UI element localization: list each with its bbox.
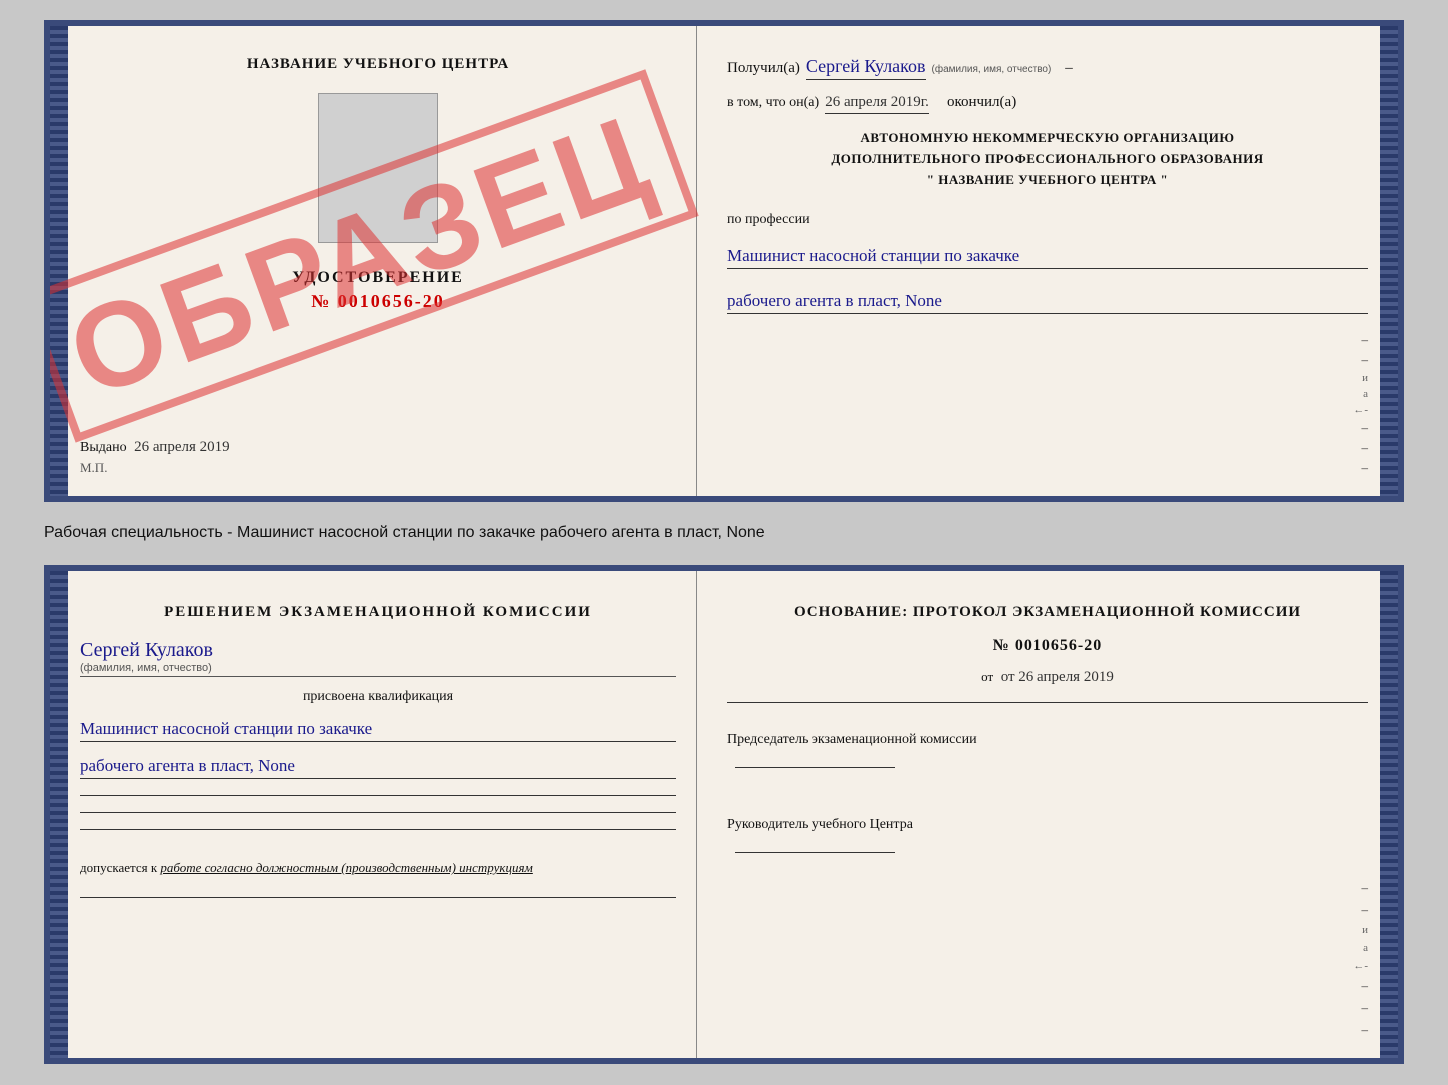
top-left-title: НАЗВАНИЕ УЧЕБНОГО ЦЕНТРА (247, 56, 509, 73)
underline2 (80, 812, 676, 813)
top-doc-right: Получил(а) Сергей Кулаков (фамилия, имя,… (697, 26, 1398, 496)
dopuskaetsya-block: допускается к работе согласно должностны… (80, 858, 676, 879)
specialty-label: Рабочая специальность - Машинист насосно… (44, 518, 1404, 548)
vtom-label: в том, что он(а) (727, 95, 819, 111)
underline1 (80, 795, 676, 796)
photo-placeholder (318, 93, 438, 243)
po-professii-label: по профессии (727, 212, 1368, 228)
rukovoditel-signature-line (735, 852, 895, 853)
ot-date-value: от 26 апреля 2019 (1001, 669, 1114, 685)
right-dashes: – – и а ←- – – – (727, 332, 1368, 476)
poluchil-name: Сергей Кулаков (806, 56, 926, 80)
udostoverenie-title: УДОСТОВЕРЕНИЕ (292, 269, 464, 287)
top-doc-left: НАЗВАНИЕ УЧЕБНОГО ЦЕНТРА ОБРАЗЕЦ УДОСТОВ… (50, 26, 697, 496)
org-line1: АВТОНОМНУЮ НЕКОММЕРЧЕСКУЮ ОРГАНИЗАЦИЮ (727, 128, 1368, 149)
bottom-doc-right: Основание: протокол экзаменационной коми… (697, 571, 1398, 1058)
vydano-line: Выдано 26 апреля 2019 (80, 419, 230, 456)
bottom-doc-left: Решением экзаменационной комиссии Сергей… (50, 571, 697, 1058)
dopuskaetsya-text: работе согласно должностным (производств… (160, 860, 532, 875)
prisvoena-label: присвоена квалификация (80, 689, 676, 705)
dopuskaetsya-label: допускается к (80, 860, 157, 875)
poluchil-hint: (фамилия, имя, отчество) (932, 64, 1052, 75)
komissia-title: Решением экзаменационной комиссии (80, 601, 676, 624)
protokol-number: № 0010656-20 (727, 637, 1368, 655)
binding-right (1380, 26, 1398, 496)
underline3 (80, 829, 676, 830)
vydano-label: Выдано (80, 440, 127, 455)
predsedatel-block: Председатель экзаменационной комиссии (727, 727, 1368, 777)
bottom-document: Решением экзаменационной комиссии Сергей… (44, 565, 1404, 1064)
rukovoditel-block: Руководитель учебного Центра (727, 812, 1368, 862)
ot-underline (727, 702, 1368, 703)
vtom-date: 26 апреля 2019г. (825, 94, 929, 114)
poluchil-line: Получил(а) Сергей Кулаков (фамилия, имя,… (727, 56, 1368, 80)
fio-hint: (фамилия, имя, отчество) (80, 662, 676, 677)
osnovanie-label: Основание: протокол экзаменационной коми… (727, 601, 1368, 624)
mp-label: М.П. (80, 460, 107, 476)
rukovoditel-label: Руководитель учебного Центра (727, 812, 1368, 837)
org-block: АВТОНОМНУЮ НЕКОММЕРЧЕСКУЮ ОРГАНИЗАЦИЮ ДО… (727, 128, 1368, 190)
poluchil-dash: – (1065, 60, 1073, 77)
okonchil-label: окончил(а) (947, 94, 1016, 111)
profession-line1: Машинист насосной станции по закачке (727, 246, 1368, 269)
ot-date: от от 26 апреля 2019 (727, 669, 1368, 686)
underline4 (80, 897, 676, 898)
poluchil-label: Получил(а) (727, 60, 800, 77)
fio-name: Сергей Кулаков (80, 639, 676, 662)
predsedatel-label: Председатель экзаменационной комиссии (727, 727, 1368, 752)
right-margin-dashes-bottom: – – и а ←- – – – (727, 880, 1368, 1038)
udostoverenie-number: № 0010656-20 (292, 291, 464, 312)
qualification-line2: рабочего агента в пласт, None (80, 756, 676, 779)
vydano-date: 26 апреля 2019 (134, 439, 230, 455)
udostoverenie-block: УДОСТОВЕРЕНИЕ № 0010656-20 (292, 269, 464, 312)
qualification-line1: Машинист насосной станции по закачке (80, 719, 676, 742)
predsedatel-signature-line (735, 767, 895, 768)
ot-label: от (981, 669, 993, 684)
binding-left-bottom (50, 571, 68, 1058)
fio-block: Сергей Кулаков (фамилия, имя, отчество) (80, 635, 676, 677)
top-document: НАЗВАНИЕ УЧЕБНОГО ЦЕНТРА ОБРАЗЕЦ УДОСТОВ… (44, 20, 1404, 502)
profession-line2: рабочего агента в пласт, None (727, 291, 1368, 314)
binding-right-bottom (1380, 571, 1398, 1058)
org-line3: " НАЗВАНИЕ УЧЕБНОГО ЦЕНТРА " (727, 170, 1368, 191)
vtom-line: в том, что он(а) 26 апреля 2019г. окончи… (727, 94, 1368, 114)
org-line2: ДОПОЛНИТЕЛЬНОГО ПРОФЕССИОНАЛЬНОГО ОБРАЗО… (727, 149, 1368, 170)
